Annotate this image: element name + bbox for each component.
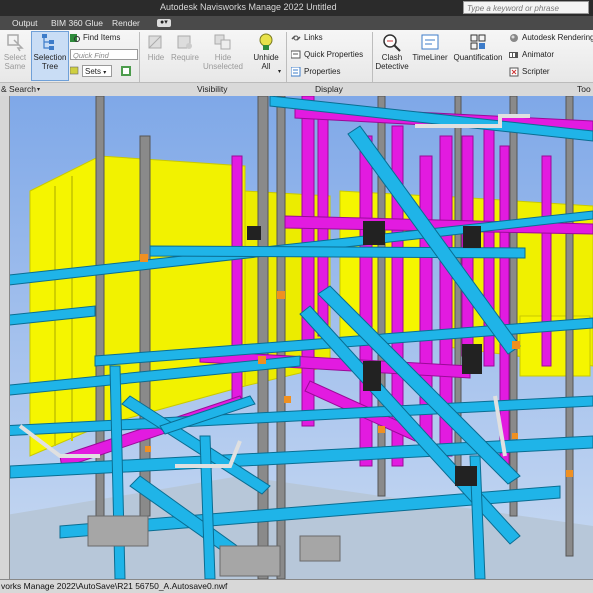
hide-unselected-label: Hide Unselected	[202, 53, 244, 71]
autodesk-rendering-button[interactable]: Autodesk Rendering	[509, 32, 593, 44]
autodesk-rendering-label: Autodesk Rendering	[522, 33, 593, 42]
timeliner-button[interactable]: TimeLiner	[411, 32, 449, 62]
search-input[interactable]: Type a keyword or phrase	[463, 1, 589, 14]
unhide-all-icon	[259, 33, 273, 50]
selection-tree-button[interactable]: Selection Tree	[31, 31, 69, 81]
hide-icon	[148, 35, 162, 49]
scripter-icon	[509, 67, 519, 77]
file-path: vorks Manage 2022\AutoSave\R21 56750_A.A…	[1, 581, 228, 591]
panel-label-select-search: & Search	[1, 84, 36, 94]
unhide-all-label: Unhide All	[253, 53, 279, 71]
chevron-down-icon[interactable]: ▾	[37, 86, 40, 93]
clash-detective-icon	[383, 34, 401, 52]
chevron-down-icon: ▾	[278, 69, 282, 75]
timeliner-label: TimeLiner	[412, 53, 448, 62]
hide-unselected-icon	[214, 34, 231, 50]
panel-label-visibility: Visibility	[197, 84, 228, 94]
manage-sets-button[interactable]	[121, 65, 134, 77]
find-items-icon	[70, 33, 80, 42]
window-title: Autodesk Navisworks Manage 2022 Untitled	[160, 2, 337, 12]
ribbon-tabs: Output BIM 360 Glue Render ●▾	[0, 16, 593, 30]
quantification-button[interactable]: Quantification	[450, 32, 506, 62]
select-same-button[interactable]: Select Same	[1, 32, 29, 71]
quantification-icon	[470, 34, 486, 50]
animator-icon	[509, 51, 518, 58]
sets-label: Sets	[85, 67, 102, 76]
selection-tree-icon	[42, 34, 54, 50]
links-icon	[291, 35, 301, 41]
select-same-label: Select Same	[3, 53, 27, 71]
tab-output[interactable]: Output	[12, 18, 38, 28]
animator-label: Animator	[522, 50, 555, 59]
tab-render[interactable]: Render	[112, 18, 140, 28]
status-bar: vorks Manage 2022\AutoSave\R21 56750_A.A…	[0, 579, 593, 593]
find-items-button[interactable]: Find Items	[70, 32, 120, 44]
hide-unselected-button[interactable]: Hide Unselected	[201, 32, 245, 71]
select-same-icon	[7, 34, 24, 52]
panel-separator	[286, 32, 287, 84]
left-dock-bar[interactable]	[0, 96, 10, 579]
panel-label-tools: Too	[577, 84, 591, 94]
selection-tree-label: Selection Tree	[33, 53, 67, 71]
clash-detective-button[interactable]: Clash Detective	[373, 32, 411, 71]
sets-dropdown[interactable]: Sets ▾	[82, 65, 112, 77]
chevron-down-icon: ▾	[103, 70, 107, 76]
scripter-button[interactable]: Scripter	[509, 66, 550, 78]
manage-sets-icon	[121, 65, 131, 76]
properties-icon	[291, 66, 301, 77]
require-button[interactable]: Require	[170, 32, 200, 62]
tab-bim360-glue[interactable]: BIM 360 Glue	[51, 18, 103, 28]
properties-button[interactable]: Properties	[291, 66, 340, 78]
properties-label: Properties	[304, 67, 341, 76]
quick-properties-label: Quick Properties	[304, 50, 364, 59]
panel-separator	[139, 32, 140, 84]
clash-detective-label: Clash Detective	[375, 53, 409, 71]
hide-button[interactable]: Hide	[143, 32, 169, 62]
require-label: Require	[170, 53, 199, 62]
hide-label: Hide	[147, 53, 165, 62]
links-button[interactable]: Links	[291, 32, 323, 44]
sets-icon	[70, 66, 79, 75]
timeliner-icon	[421, 34, 439, 50]
3d-viewport[interactable]	[0, 96, 593, 579]
title-bar: Autodesk Navisworks Manage 2022 Untitled…	[0, 0, 593, 16]
unhide-dropdown[interactable]: ▾	[278, 66, 281, 78]
ribbon-options-icon[interactable]: ●▾	[157, 19, 171, 27]
quick-properties-icon	[291, 50, 301, 59]
quick-properties-button[interactable]: Quick Properties	[291, 49, 363, 61]
ribbon-panel-labels: & Search ▾ Visibility Display Too	[0, 82, 593, 97]
panel-label-display: Display	[315, 84, 343, 94]
animator-button[interactable]: Animator	[509, 49, 554, 61]
scripter-label: Scripter	[522, 67, 550, 76]
model-render[interactable]	[0, 96, 593, 579]
rendering-icon	[510, 33, 518, 42]
quantification-label: Quantification	[453, 53, 503, 62]
find-items-label: Find Items	[83, 33, 121, 42]
require-icon	[177, 35, 192, 49]
links-label: Links	[304, 33, 323, 42]
quick-find-input[interactable]: Quick Find	[70, 49, 138, 60]
